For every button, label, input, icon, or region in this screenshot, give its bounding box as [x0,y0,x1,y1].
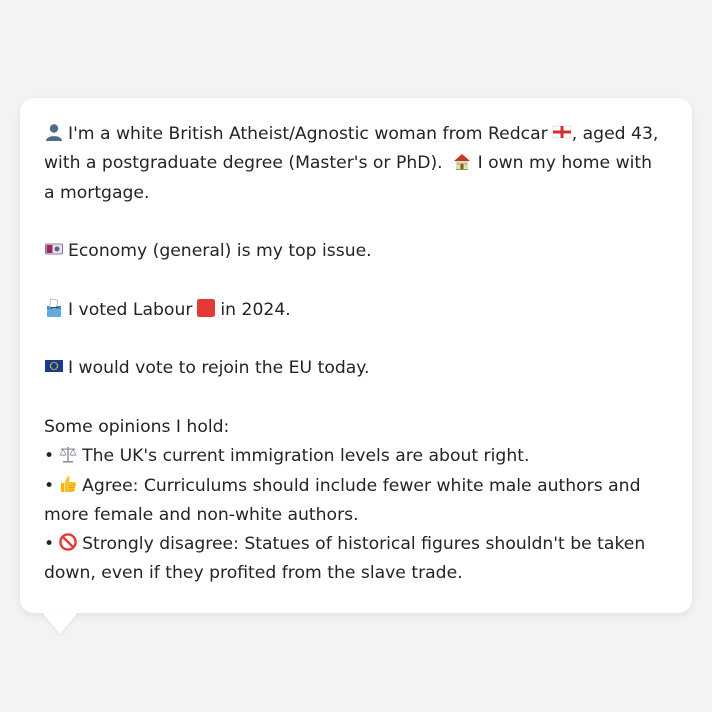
profile-text: I'm a white British Atheist/Agnostic wom… [68,124,548,144]
opinion-text: Strongly disagree: Statues of historical… [44,534,646,584]
opinion-item: • Agree: Curriculums should include fewe… [44,472,668,531]
persona-card: I'm a white British Atheist/Agnostic wom… [20,98,692,613]
vote-paragraph: I voted Labour in 2024. [44,296,668,325]
opinion-item: • Strongly disagree: Statues of historic… [44,530,668,589]
top-issue-paragraph: Economy (general) is my top issue. [44,237,668,266]
england-flag-icon [552,122,572,142]
banknote-icon [44,239,64,259]
thumbs-up-icon [58,474,78,494]
eu-text: I would vote to rejoin the EU today. [68,358,370,379]
ballot-box-icon [44,298,64,318]
balance-scale-icon [58,444,78,464]
opinion-text: The UK's current immigration levels are … [82,446,530,467]
speech-bubble-tail [40,610,80,634]
person-silhouette-icon [44,122,64,142]
bullet-dot: • [44,534,55,555]
bullet-dot: • [44,446,55,467]
opinions-heading: Some opinions I hold: [44,416,230,437]
eu-flag-icon [44,356,64,376]
opinion-text: Agree: Curriculums should include fewer … [44,475,641,525]
eu-paragraph: I would vote to rejoin the EU today. [44,354,668,383]
house-icon [452,151,472,171]
bullet-dot: • [44,475,55,496]
prohibited-icon [58,532,78,552]
opinion-item: • The UK's current immigration levels ar… [44,442,668,471]
profile-paragraph: I'm a white British Atheist/Agnostic wom… [44,120,668,208]
red-square-icon [196,298,216,318]
vote-year-text: in 2024. [220,299,291,320]
vote-text: I voted Labour [68,299,193,320]
top-issue-text: Economy (general) is my top issue. [68,241,372,262]
